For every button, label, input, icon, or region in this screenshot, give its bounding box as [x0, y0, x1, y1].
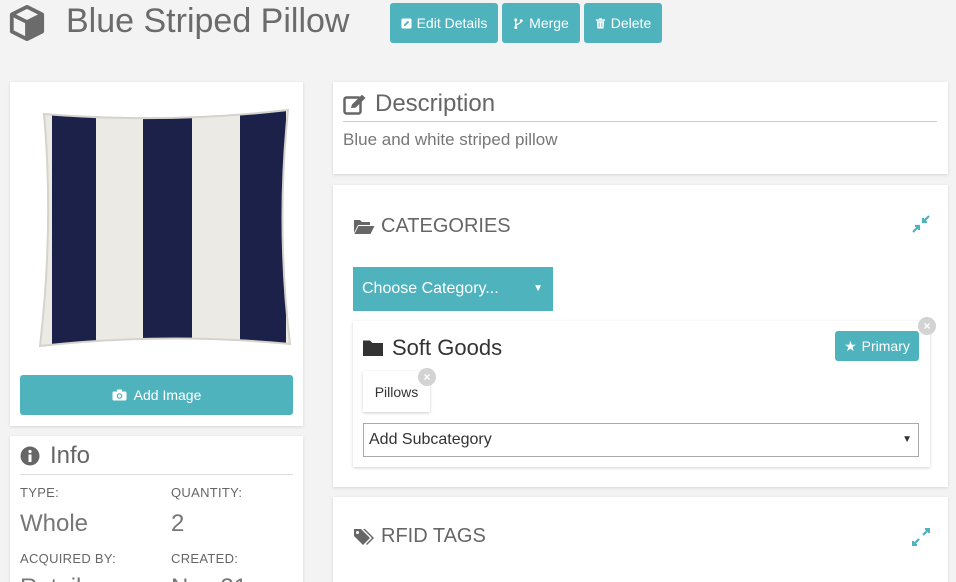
page-header: Blue Striped Pillow Edit Details Merge D…	[0, 0, 956, 50]
add-image-label: Add Image	[133, 387, 202, 403]
primary-label: Primary	[861, 338, 910, 354]
remove-category-icon[interactable]: ×	[918, 317, 936, 335]
description-text: Blue and white striped pillow	[343, 130, 558, 149]
info-card: Info TYPE: QUANTITY: Whole 2 ACQUIRED BY…	[10, 436, 303, 582]
subcategory-label: Pillows	[374, 383, 419, 400]
categories-heading: CATEGORIES	[353, 215, 511, 238]
info-divider	[20, 474, 293, 475]
created-value: Nov 21	[171, 574, 247, 582]
rfid-heading: RFID TAGS	[353, 525, 486, 548]
choose-category-label: Choose Category...	[362, 280, 499, 297]
description-title: Description	[375, 90, 496, 117]
description-divider	[343, 121, 937, 122]
add-subcategory-label: Add Subcategory	[369, 431, 492, 448]
type-value: Whole	[20, 510, 89, 537]
trash-icon	[595, 17, 605, 29]
category-name: Soft Goods	[392, 335, 503, 360]
page-title: Blue Striped Pillow	[66, 2, 350, 40]
folder-icon	[363, 340, 383, 356]
caret-down-icon: ▼	[533, 283, 543, 294]
tags-icon	[354, 528, 374, 545]
merge-button[interactable]: Merge	[502, 3, 580, 43]
expand-icon[interactable]	[912, 528, 930, 546]
info-title: Info	[50, 442, 91, 469]
folder-open-icon	[354, 220, 375, 234]
edit-icon	[401, 17, 412, 29]
primary-button[interactable]: ★ Primary	[835, 331, 919, 361]
edit-details-button[interactable]: Edit Details	[390, 3, 498, 43]
quantity-value: 2	[171, 510, 185, 537]
caret-down-icon: ▼	[902, 434, 912, 445]
delete-button[interactable]: Delete	[584, 3, 662, 43]
info-heading: Info	[20, 442, 90, 470]
categories-title: CATEGORIES	[381, 215, 511, 237]
star-icon: ★	[844, 337, 857, 354]
rfid-title: RFID TAGS	[381, 525, 486, 547]
add-subcategory-select[interactable]: Add Subcategory ▼	[363, 423, 919, 457]
compress-icon[interactable]	[912, 215, 930, 233]
camera-icon	[112, 389, 127, 401]
choose-category-dropdown[interactable]: Choose Category... ▼	[353, 267, 553, 311]
category-heading: Soft Goods	[362, 335, 502, 361]
description-card: Description Blue and white striped pillo…	[333, 82, 948, 174]
delete-label: Delete	[610, 15, 652, 31]
merge-icon	[514, 17, 523, 29]
created-label: CREATED:	[171, 551, 239, 566]
remove-subcategory-icon[interactable]: ×	[418, 368, 436, 386]
info-icon	[20, 446, 40, 466]
rfid-card: RFID TAGS	[333, 497, 948, 582]
description-heading: Description	[343, 90, 495, 118]
type-label: TYPE:	[20, 485, 60, 500]
edit-details-label: Edit Details	[416, 15, 488, 31]
quantity-label: QUANTITY:	[171, 485, 243, 500]
acquired-value: Retail	[20, 574, 81, 582]
product-image	[38, 108, 292, 348]
image-card: Add Image	[10, 82, 303, 426]
acquired-label: ACQUIRED BY:	[20, 551, 117, 566]
cube-icon	[9, 4, 45, 42]
add-image-button[interactable]: Add Image	[20, 375, 293, 415]
edit-icon	[343, 94, 366, 115]
categories-card: CATEGORIES Choose Category... ▼ Soft Goo…	[333, 185, 948, 487]
category-item: Soft Goods ★ Primary × Pillows × Add Sub…	[353, 317, 936, 467]
merge-label: Merge	[529, 15, 569, 31]
